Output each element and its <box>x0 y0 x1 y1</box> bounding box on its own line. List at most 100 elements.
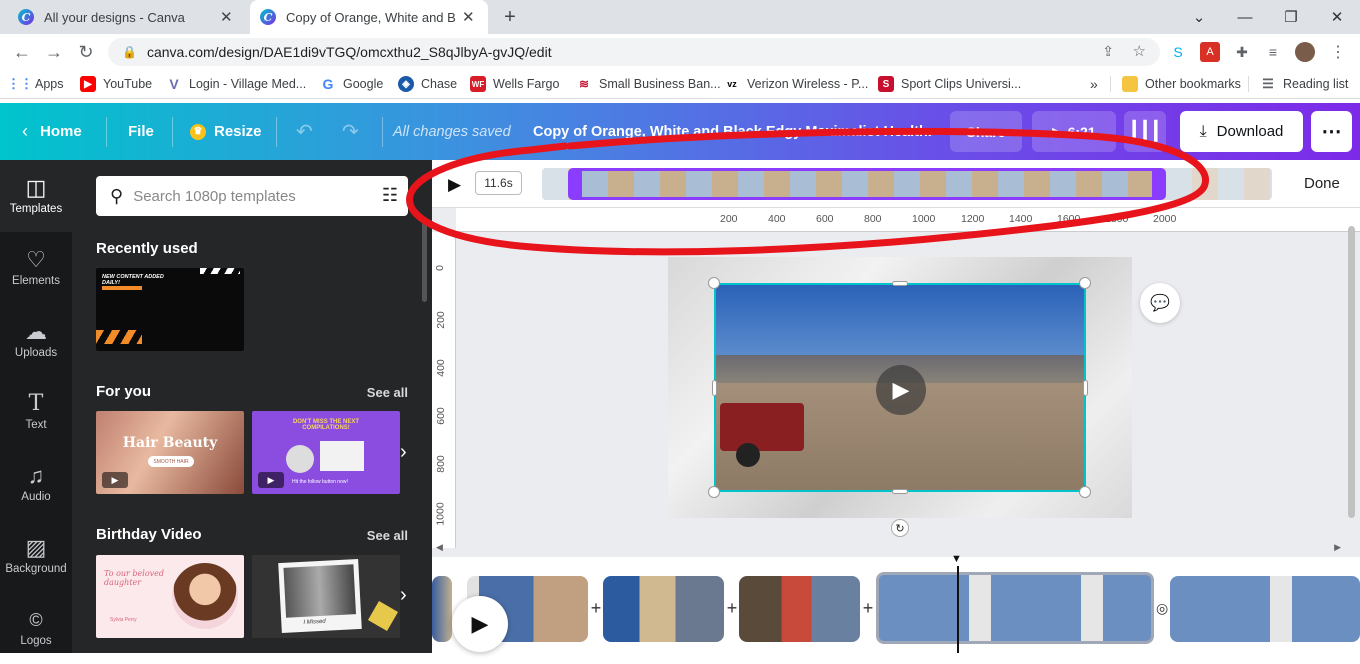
rail-item-elements[interactable]: ♡ Elements <box>0 232 72 304</box>
back-arrow-icon[interactable]: ← <box>10 40 34 64</box>
restore-icon[interactable]: ❐ <box>1268 0 1314 34</box>
video-element[interactable]: ▶ <box>714 283 1086 492</box>
timeline-clip[interactable] <box>603 576 724 642</box>
timeline-clip[interactable] <box>432 576 452 642</box>
chevron-right-icon[interactable]: › <box>400 584 407 607</box>
bookmark-wells-fargo[interactable]: WF Wells Fargo <box>470 70 559 98</box>
resize-handle[interactable] <box>1079 486 1091 498</box>
tab-all-designs[interactable]: C All your designs - Canva ✕ <box>8 0 246 34</box>
add-comment-icon[interactable]: 💬 <box>1140 283 1180 323</box>
resize-handle[interactable] <box>708 277 720 289</box>
rail-item-templates[interactable]: ◫ Templates <box>0 160 72 232</box>
window-close-icon[interactable]: ✕ <box>1314 0 1360 34</box>
resize-handle[interactable] <box>1079 277 1091 289</box>
bookmark-chase[interactable]: ◈ Chase <box>398 70 457 98</box>
skype-extension-icon[interactable]: S <box>1168 42 1188 62</box>
hair-beauty-template-card[interactable]: Hair Beauty SMOOTH HAIR ▶ <box>96 411 244 494</box>
close-icon[interactable]: ✕ <box>462 8 475 26</box>
bookmark-star-icon[interactable]: ☆ <box>1133 42 1146 60</box>
url-bar[interactable]: 🔒 canva.com/design/DAE1di9vTGQ/omcxthu2_… <box>108 38 1160 66</box>
chevron-right-icon[interactable]: › <box>400 441 407 464</box>
panel-scrollbar[interactable] <box>422 220 427 302</box>
browser-menu-icon[interactable]: ⋮ <box>1328 42 1348 62</box>
media-playlist-icon[interactable]: ≡ <box>1263 42 1283 62</box>
tab-active-design[interactable]: C Copy of Orange, White and Black ✕ <box>250 0 488 34</box>
card-subtitle: SMOOTH HAIR <box>148 456 194 467</box>
birthday-daughter-template-card[interactable]: To our beloved daughter Sylvia Perry <box>96 555 244 638</box>
scrollbar-thumb[interactable] <box>1348 226 1355 518</box>
template-search-input[interactable]: ⚲ Search 1080p templates ☷ <box>96 176 408 216</box>
present-button[interactable]: ▶ 6:21 <box>1032 111 1116 152</box>
resize-button[interactable]: ♛ Resize <box>190 103 262 160</box>
transition-icon[interactable]: ◎ <box>1156 600 1168 617</box>
reading-list-button[interactable]: ☰ Reading list <box>1260 70 1348 98</box>
extensions-puzzle-icon[interactable]: ✚ <box>1232 42 1252 62</box>
new-tab-button[interactable]: + <box>498 5 522 29</box>
rail-item-background[interactable]: ▨ Background <box>0 520 72 592</box>
recent-template-card[interactable]: NEW CONTENT ADDED DAILY! <box>96 268 244 351</box>
birthday-polaroid-template-card[interactable]: I Missed <box>252 555 400 638</box>
timeline-playhead[interactable] <box>957 566 959 653</box>
birthday-see-all-link[interactable]: See all <box>367 528 408 543</box>
acrobat-extension-icon[interactable]: A <box>1200 42 1220 62</box>
timeline-clip[interactable] <box>1170 576 1360 642</box>
share-page-icon[interactable]: ⇪ <box>1102 43 1114 60</box>
vertical-scrollbar[interactable] <box>1345 210 1357 538</box>
scroll-left-icon[interactable]: ◀ <box>436 542 443 553</box>
rail-item-uploads[interactable]: ☁ Uploads <box>0 304 72 376</box>
home-button[interactable]: ‹ Home <box>22 103 82 160</box>
resize-handle[interactable] <box>708 486 720 498</box>
resize-handle[interactable] <box>1083 380 1088 396</box>
tab-search-icon[interactable]: ⌄ <box>1176 0 1222 34</box>
rail-item-audio[interactable]: ♫ Audio <box>0 448 72 520</box>
trim-done-button[interactable]: Done <box>1304 175 1340 192</box>
share-button[interactable]: Share <box>950 111 1022 152</box>
file-menu-button[interactable]: File <box>128 103 154 160</box>
bookmarks-overflow-button[interactable]: » <box>1090 70 1098 98</box>
ruler-label: 1200 <box>961 213 985 225</box>
reload-icon[interactable]: ↻ <box>74 40 98 64</box>
horizontal-scrollbar[interactable]: ◀ ▶ <box>436 542 1341 556</box>
filter-sliders-icon[interactable]: ☷ <box>382 185 398 206</box>
timeline-clip-selected[interactable] <box>876 572 1154 644</box>
bookmark-google[interactable]: G Google <box>320 70 384 98</box>
rotate-icon[interactable]: ↻ <box>891 519 909 537</box>
scroll-right-icon[interactable]: ▶ <box>1334 542 1341 553</box>
bookmark-other[interactable]: Other bookmarks <box>1122 70 1241 98</box>
undo-icon[interactable]: ↶ <box>296 103 313 160</box>
header-divider <box>276 117 277 147</box>
profile-avatar[interactable] <box>1295 42 1315 62</box>
bookmark-verizon[interactable]: vz Verizon Wireless - P... <box>724 70 868 98</box>
templates-panel: ⚲ Search 1080p templates ☷ Recently used… <box>72 160 432 653</box>
bookmark-small-business[interactable]: ≋ Small Business Ban... <box>576 70 721 98</box>
bookmark-village-med[interactable]: V Login - Village Med... <box>166 70 306 98</box>
minimize-icon[interactable]: — <box>1222 0 1268 34</box>
resize-handle[interactable] <box>892 281 908 286</box>
rail-item-logos[interactable]: © Logos <box>0 592 72 664</box>
trim-duration-box[interactable]: 11.6s <box>475 171 522 195</box>
ruler-label: 2000 <box>1153 213 1177 225</box>
close-icon[interactable]: ✕ <box>220 8 233 26</box>
compilation-template-card[interactable]: DON'T MISS THE NEXT COMPILATIONS! Hit th… <box>252 411 400 494</box>
add-clip-button[interactable]: + <box>858 598 878 618</box>
resize-handle[interactable] <box>712 380 717 396</box>
redo-icon[interactable]: ↷ <box>342 103 359 160</box>
insights-chart-icon[interactable]: ┃┃┃ <box>1124 111 1166 152</box>
video-play-icon[interactable]: ▶ <box>876 365 926 415</box>
document-title[interactable]: Copy of Orange, White and Black Edgy Max… <box>533 103 933 160</box>
bookmark-apps[interactable]: ⋮⋮ Apps <box>7 70 64 98</box>
resize-handle[interactable] <box>892 489 908 494</box>
download-button[interactable]: ⤓ Download <box>1180 111 1303 152</box>
bookmark-sport-clips[interactable]: S Sport Clips Universi... <box>878 70 1021 98</box>
more-options-button[interactable]: ⋯ <box>1311 111 1352 152</box>
bookmark-youtube[interactable]: ▶ YouTube <box>80 70 152 98</box>
tab-title: All your designs - Canva <box>44 9 185 25</box>
forward-arrow-icon[interactable]: → <box>42 40 66 64</box>
ruler-label: 400 <box>434 359 447 377</box>
timeline-clip[interactable] <box>739 576 860 642</box>
trim-play-icon[interactable]: ▶ <box>448 175 461 195</box>
for-you-see-all-link[interactable]: See all <box>367 385 408 400</box>
timeline-play-button[interactable]: ▶ <box>452 596 508 652</box>
trim-selection-handles[interactable] <box>568 168 1166 200</box>
rail-item-text[interactable]: T Text <box>0 376 72 448</box>
